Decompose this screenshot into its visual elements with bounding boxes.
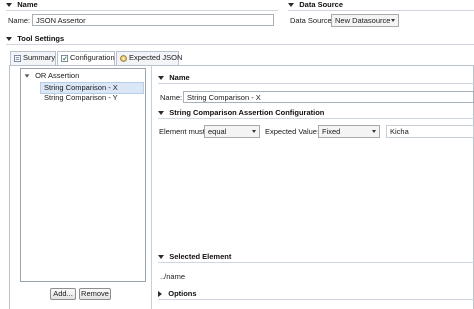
expand-icon: [158, 290, 162, 297]
tab-summary[interactable]: Summary: [10, 51, 56, 65]
config-section-toggle[interactable]: String Comparison Assertion Configuratio…: [158, 108, 324, 117]
tree-root-item[interactable]: OR Assertion: [24, 71, 79, 81]
tab-summary-label: Summary: [23, 53, 56, 62]
tree-root-label: OR Assertion: [35, 71, 80, 80]
tab-expected-json[interactable]: Expected JSON: [116, 51, 183, 65]
collapse-icon: [158, 254, 164, 259]
name-label: Name:: [8, 16, 31, 25]
json-icon: [120, 55, 127, 62]
tool-settings-title: Tool Settings: [17, 34, 65, 43]
expand-icon: [24, 74, 30, 78]
datasource-section-toggle[interactable]: Data Source: [288, 0, 343, 9]
collapse-icon: [288, 2, 294, 7]
tool-settings-toggle[interactable]: Tool Settings: [6, 34, 64, 43]
datasource-section-title: Data Source: [299, 0, 344, 9]
datasource-label: Data Source:: [290, 16, 334, 25]
name-input[interactable]: JSON Assertor: [32, 14, 274, 26]
collapse-icon: [158, 75, 164, 80]
name-section-toggle[interactable]: Name: [6, 0, 38, 9]
collapse-icon: [6, 36, 12, 41]
collapse-icon: [6, 2, 12, 7]
expected-value-input[interactable]: Kicha: [386, 125, 474, 138]
datasource-select[interactable]: New Datasource: [331, 14, 399, 27]
tab-configuration[interactable]: Configuration: [57, 51, 115, 66]
selected-element-value: ../name: [160, 272, 186, 281]
detail-name-toggle[interactable]: Name: [158, 73, 190, 82]
options-title: Options: [168, 289, 197, 298]
panel-splitter[interactable]: [151, 66, 152, 309]
tree-item-x-label: String Comparison - X: [44, 83, 118, 92]
name-section-title: Name: [17, 0, 38, 9]
tab-configuration-label: Configuration: [70, 53, 115, 62]
dropdown-arrow-icon: [372, 130, 376, 133]
expected-value-mode: Fixed: [322, 127, 341, 136]
tree-item-y-label: String Comparison - Y: [44, 93, 118, 102]
dropdown-arrow-icon: [252, 130, 256, 133]
selected-element-toggle[interactable]: Selected Element: [158, 252, 231, 261]
selected-element-title: Selected Element: [169, 252, 232, 261]
add-button[interactable]: Add...: [50, 288, 76, 300]
remove-button[interactable]: Remove: [79, 288, 111, 300]
dropdown-arrow-icon: [391, 19, 395, 22]
expected-value-label: Expected Value:: [265, 127, 320, 136]
detail-name-title: Name: [169, 73, 190, 82]
element-must-value: equal: [208, 127, 227, 136]
detail-name-input[interactable]: String Comparison - X: [183, 91, 474, 103]
tree-item-y[interactable]: String Comparison - Y: [44, 93, 118, 103]
detail-name-label: Name:: [160, 93, 183, 102]
config-section-title: String Comparison Assertion Configuratio…: [169, 108, 325, 117]
expected-value-mode-select[interactable]: Fixed: [318, 125, 380, 138]
collapse-icon: [158, 110, 164, 115]
element-must-label: Element must: [159, 127, 205, 136]
datasource-selected-value: New Datasource: [335, 16, 391, 25]
element-must-select[interactable]: equal: [204, 125, 260, 138]
tab-expected-json-label: Expected JSON: [129, 53, 183, 62]
summary-icon: [14, 55, 21, 62]
configuration-icon: [61, 55, 68, 62]
options-toggle[interactable]: Options: [158, 289, 197, 298]
